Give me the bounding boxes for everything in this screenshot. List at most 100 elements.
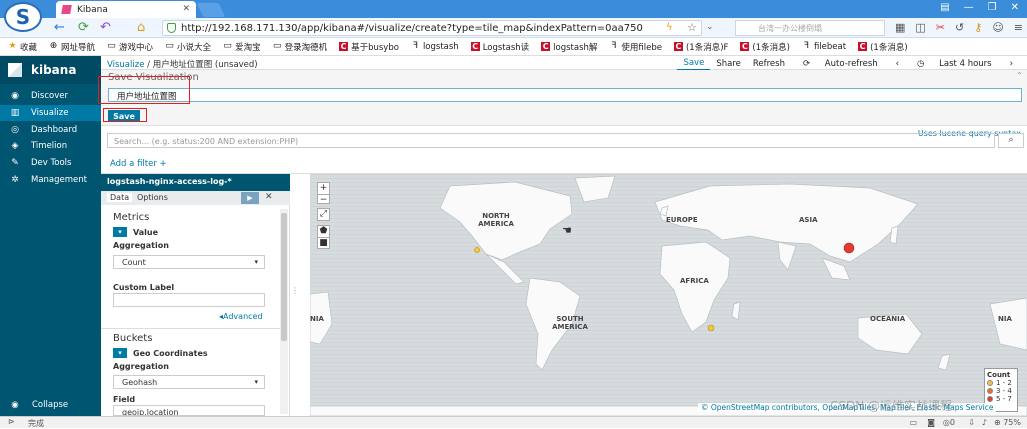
browser-tab[interactable]: Kibana ✕ (56, 1, 196, 18)
sidebar-item-timelion[interactable]: ◈ Timelion (0, 138, 101, 154)
more-menu-icon[interactable]: ≡ (1014, 21, 1023, 34)
menu-icon[interactable]: ▤ (940, 2, 949, 13)
camera-icon[interactable]: ◙ (927, 418, 935, 427)
panel-toggle-icon[interactable]: ⊳ (8, 417, 15, 426)
reload-icon[interactable]: ⟳ (78, 20, 89, 35)
search-input[interactable]: Search... (e.g. status:200 AND extension… (107, 133, 995, 148)
close-tab-icon[interactable]: ✕ (182, 4, 190, 14)
screen-icon[interactable]: ▭ (909, 418, 917, 427)
search-submit-button[interactable]: ⌕ (998, 133, 1024, 148)
zoom-out-button[interactable]: − (318, 194, 329, 206)
undo-icon[interactable]: ↶ (100, 20, 111, 35)
bookmark-item[interactable]: C (1条消息) (740, 41, 790, 53)
map-point-3[interactable] (843, 242, 855, 254)
bookmark-item[interactable]: ▭ 登录淘德机 (273, 41, 327, 53)
sidebar-item-management[interactable]: ✲ Management (0, 172, 101, 188)
scrollbar-thumb[interactable] (281, 213, 287, 341)
tab-data[interactable]: Data (107, 193, 133, 202)
apply-changes-button[interactable]: ▶ (241, 192, 259, 204)
download-icon[interactable]: ⇩ (968, 418, 975, 427)
bookmark-item[interactable]: C (1条消息) (858, 41, 908, 53)
zoom-controls: + − (317, 182, 330, 206)
back-icon[interactable]: ← (54, 20, 65, 35)
sidebar-item-dev-tools[interactable]: ✎ Dev Tools (0, 155, 101, 171)
security-count[interactable]: ◎0 (943, 418, 955, 427)
bookmark-item[interactable]: ꟻ filebeat (802, 42, 846, 52)
key-icon[interactable]: ⚷ (974, 21, 982, 34)
bookmark-label: logstash解 (553, 42, 598, 53)
time-picker-button[interactable]: ◷ Last 4 hours (905, 58, 1004, 70)
draw-polygon-icon[interactable]: ⬟ (318, 226, 329, 237)
custom-label-input[interactable] (113, 293, 265, 307)
time-next-button[interactable]: › (1004, 58, 1019, 70)
sidebar-item-discover[interactable]: ◉ Discover (0, 88, 101, 104)
aggregation-select[interactable]: Count ▾ (113, 255, 265, 269)
maximize-icon[interactable]: ❐ (988, 2, 997, 13)
bookmark-item[interactable]: ꟻ 使用filebe (609, 41, 662, 53)
zoom-in-button[interactable]: + (318, 183, 329, 194)
query-bar: Uses lucene query syntax Search... (e.g.… (101, 126, 1027, 154)
draw-rectangle-icon[interactable]: ■ (318, 237, 329, 249)
compass-icon: ◉ (11, 91, 19, 101)
elastic-icon: ꟻ (412, 41, 419, 51)
user-icon[interactable]: ☺ (992, 21, 1003, 34)
field-select[interactable]: geoip.location (113, 405, 265, 416)
bookmark-item[interactable]: C (1条消息)F (673, 41, 728, 53)
menu-share-button[interactable]: Share (710, 58, 747, 70)
bookmark-item[interactable]: Clogstash解 (541, 41, 597, 53)
bucket-aggregation-value: Geohash (122, 378, 158, 387)
bookmark-label: 游戏中心 (119, 42, 154, 53)
discard-changes-icon[interactable]: ✕ (265, 192, 273, 202)
add-filter-button[interactable]: Add a filter + (110, 159, 167, 169)
home-icon[interactable]: ⌂ (137, 20, 145, 35)
bookmark-item[interactable]: ▭ 游戏中心 (107, 41, 153, 53)
map-point-2[interactable] (707, 324, 715, 332)
editor-scrollbar[interactable] (280, 209, 288, 414)
tile-map[interactable]: + − ⤢ ⬟ ■ ☚ NORTH AMERICA EUROPE ASIA AFRIC… (310, 174, 1027, 416)
collapse-panel-icon[interactable]: ⌃ (1016, 71, 1023, 80)
auto-refresh-button[interactable]: ⟳ Auto-refresh (791, 58, 890, 70)
time-prev-button[interactable]: ‹ (890, 58, 905, 70)
bookmark-item[interactable]: C 基于busybo (339, 41, 399, 53)
bookmark-item[interactable]: ⊕ 网址导航 (49, 41, 95, 53)
kibana-logo-icon (8, 63, 22, 77)
map-point-1[interactable] (474, 247, 480, 253)
panel-resize-handle[interactable]: ⋮ (291, 286, 299, 295)
bucket-aggregation-label: Aggregation (113, 362, 169, 371)
kibana-brand[interactable]: kibana (0, 56, 101, 84)
collapse-button[interactable]: ◉ Collapse (10, 400, 68, 410)
lightning-icon[interactable]: ϟ (666, 20, 673, 35)
sidebar-item-visualize[interactable]: ▥ Visualize (0, 104, 101, 121)
bookmark-item[interactable]: ꟻ logstash (411, 42, 459, 52)
bucket-aggregation-select[interactable]: Geohash ▾ (113, 375, 265, 389)
fit-bounds-button[interactable]: ⤢ (317, 208, 330, 221)
bookmark-item[interactable]: C Logstash读 (470, 41, 529, 53)
menu-refresh-button[interactable]: Refresh (747, 58, 791, 70)
advanced-toggle[interactable]: ◂Advanced (219, 312, 263, 321)
scissors-icon[interactable]: ✂ (936, 21, 945, 34)
undo-history-icon[interactable]: ↺ (955, 21, 964, 34)
extension-icon[interactable]: ◫ (915, 21, 925, 34)
new-tab-button[interactable] (196, 3, 226, 17)
grid-icon[interactable]: ▦ (895, 21, 905, 34)
metric-value-toggle[interactable]: ▾ Value (113, 227, 158, 237)
bucket-geo-toggle[interactable]: ▾ Geo Coordinates (113, 348, 208, 358)
close-window-icon[interactable]: ✕ (1011, 2, 1019, 13)
visualization-title-input[interactable]: 用户地址位置图 (108, 88, 1022, 102)
minimize-icon[interactable]: — (964, 2, 974, 13)
bookmark-item[interactable]: ★ 收藏 (8, 41, 37, 53)
bookmark-item[interactable]: ▭ 爱淘宝 (223, 41, 260, 53)
address-bar[interactable]: http://192.168.171.130/app/kibana#/visua… (162, 20, 702, 36)
bookmark-item[interactable]: ▭ 小说大全 (165, 41, 211, 53)
zoom-level[interactable]: ⊕ 75% (994, 418, 1021, 427)
volume-icon[interactable]: ♪ (982, 418, 987, 427)
sidebar-item-dashboard[interactable]: ◎ Dashboard (0, 122, 101, 138)
dropdown-chevron-icon[interactable]: ⌄ (706, 20, 714, 35)
menu-save-button[interactable]: Save (677, 57, 711, 71)
vis-editor-sidebar: logstash-nginx-access-log-* Data Options… (101, 174, 290, 416)
browser-search-input[interactable]: 台湾一办公楼倒塌 (735, 20, 885, 36)
breadcrumb-visualize-link[interactable]: Visualize (107, 60, 144, 70)
folder-icon: ▭ (165, 41, 174, 51)
tab-options[interactable]: Options (137, 193, 168, 202)
bookmark-star-icon[interactable]: ☆ (687, 20, 697, 35)
